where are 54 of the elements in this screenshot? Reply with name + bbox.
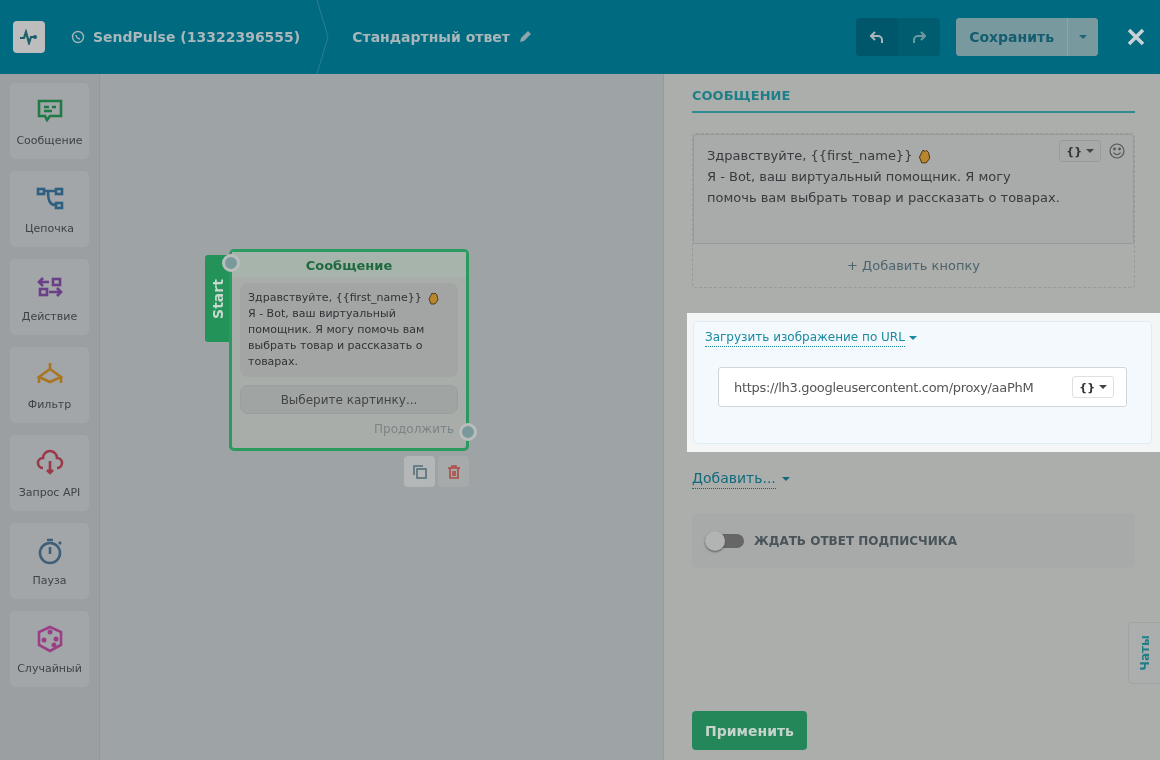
block-tool[interactable]: Случайный: [10, 611, 89, 687]
breadcrumb-divider-icon: [316, 0, 331, 74]
block-tool-label: Цепочка: [24, 221, 75, 235]
block-tool-label: Фильтр: [27, 397, 72, 411]
undo-icon: [870, 30, 885, 44]
redo-icon: [912, 30, 927, 44]
block-tool-label: Запрос API: [18, 485, 81, 499]
flow-title: Стандартный ответ: [352, 29, 510, 45]
close-icon[interactable]: [1126, 27, 1146, 47]
greeting-text: Здравствуйте, {{first_name}}: [248, 290, 422, 306]
phone-chat-icon: [71, 30, 85, 44]
greeting-text: Здравствуйте, {{first_name}}: [707, 147, 913, 165]
emoji-icon[interactable]: [1109, 143, 1125, 159]
caret-icon: [1078, 34, 1088, 40]
block-tool[interactable]: Пауза: [10, 523, 89, 599]
caret-icon: [1099, 384, 1107, 390]
node-title: Сообщение: [232, 252, 466, 277]
message-text-line: Я - Bot, ваш виртуальный помощник. Я могу: [707, 168, 1012, 186]
trash-icon: [446, 464, 461, 479]
block-tool[interactable]: Действие: [10, 259, 89, 335]
apply-button[interactable]: Применить: [692, 711, 807, 750]
image-source-dropdown[interactable]: Загрузить изображение по URL: [705, 330, 905, 347]
add-more-dropdown[interactable]: Добавить...: [692, 470, 776, 489]
variable-button[interactable]: {}: [1072, 376, 1114, 398]
wait-reply-toggle[interactable]: [708, 533, 744, 548]
wait-reply-label: ЖДАТЬ ОТВЕТ ПОДПИСЧИКА: [754, 533, 957, 548]
channel-name: SendPulse (13322396555): [93, 29, 301, 45]
url-field[interactable]: https://lh3.googleusercontent.com/proxy/aaPhM {}: [718, 367, 1127, 407]
block-tool-label: Случайный: [17, 661, 82, 675]
choose-image-button[interactable]: Выберите картинку...: [240, 385, 458, 414]
pulse-logo-icon[interactable]: [13, 21, 45, 53]
block-tool-label: Сообщение: [16, 133, 83, 147]
caret-icon: [908, 336, 917, 341]
block-tool-label: Пауза: [32, 573, 67, 587]
block-tool[interactable]: Фильтр: [10, 347, 89, 423]
message-text: Я - Bot, ваш виртуальный помощник. Я могу помочь вам выбрать товар и рассказать о товарах.: [248, 306, 426, 370]
delete-button[interactable]: [438, 456, 469, 487]
copy-icon: [412, 464, 427, 479]
block-tool-label: Действие: [21, 309, 78, 323]
variable-button[interactable]: {}: [1059, 140, 1101, 162]
message-textarea[interactable]: {} Здравствуйте, {{first_name}} Я - Bot, ваш виртуальный помощник. Я могу помочь вам выбрать товар и рассказать о товарах.: [693, 134, 1134, 244]
save-options-button[interactable]: [1067, 18, 1098, 56]
message-text-line: помочь вам выбрать товар и рассказать о товарах.: [707, 189, 1061, 207]
edit-icon[interactable]: [517, 30, 532, 44]
output-port[interactable]: [459, 423, 477, 441]
copy-button[interactable]: [404, 456, 435, 487]
add-button-button[interactable]: + Добавить кнопку: [693, 244, 1134, 287]
block-tool[interactable]: Сообщение: [10, 83, 89, 159]
block-tool[interactable]: Запрос API: [10, 435, 89, 511]
caret-icon: [781, 477, 790, 482]
undo-button[interactable]: [856, 18, 899, 56]
section-title: СООБЩЕНИЕ: [692, 74, 1135, 113]
block-tool[interactable]: Цепочка: [10, 171, 89, 247]
caret-icon: [1086, 148, 1094, 154]
